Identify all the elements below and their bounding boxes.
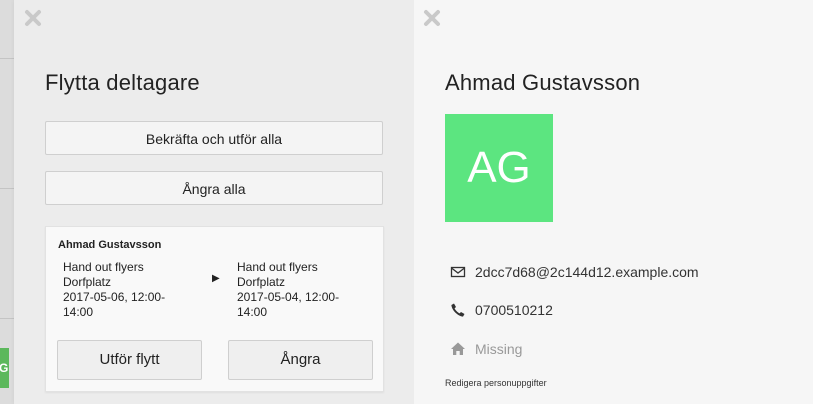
background-divider	[0, 318, 14, 319]
execute-move-button[interactable]: Utför flytt	[57, 340, 202, 380]
from-datetime-end: 14:00	[63, 305, 94, 319]
background-divider	[0, 188, 14, 189]
phone-value[interactable]: 0700510212	[475, 302, 553, 318]
to-location: Dorfplatz	[237, 275, 286, 289]
email-value[interactable]: 2dcc7d68@2c144d12.example.com	[475, 264, 699, 280]
move-to: Hand out flyers Dorfplatz 2017-05-04, 12…	[237, 260, 357, 320]
avatar: AG	[445, 114, 553, 222]
move-card: Ahmad Gustavsson Hand out flyers Dorfpla…	[45, 226, 384, 392]
from-datetime: 2017-05-06, 12:00-	[63, 290, 166, 304]
phone-row: 0700510212	[450, 302, 553, 318]
panel-title: Flytta deltagare	[45, 70, 200, 95]
envelope-icon	[450, 264, 466, 280]
home-icon	[450, 341, 466, 357]
move-from: Hand out flyers Dorfplatz 2017-05-06, 12…	[63, 260, 183, 320]
person-panel: Ahmad Gustavsson AG 2dcc7d68@2c144d12.ex…	[414, 0, 813, 404]
participant-name: Ahmad Gustavsson	[58, 239, 162, 251]
address-row: Missing	[450, 341, 522, 357]
phone-icon	[450, 302, 466, 318]
email-row: 2dcc7d68@2c144d12.example.com	[450, 264, 699, 280]
to-datetime: 2017-05-04, 12:00-	[237, 290, 340, 304]
to-datetime-end: 14:00	[237, 305, 268, 319]
from-location: Dorfplatz	[63, 275, 112, 289]
close-icon[interactable]	[23, 8, 43, 28]
close-icon[interactable]	[422, 8, 442, 28]
person-name: Ahmad Gustavsson	[445, 70, 641, 95]
to-task: Hand out flyers	[237, 260, 318, 274]
edit-personal-info-link[interactable]: Redigera personuppgifter	[445, 378, 547, 388]
address-value: Missing	[475, 341, 523, 357]
from-task: Hand out flyers	[63, 260, 144, 274]
background-divider	[0, 58, 14, 59]
background-page: G	[0, 0, 14, 404]
arrow-right-icon: ▶	[212, 273, 220, 284]
undo-move-button[interactable]: Ångra	[228, 340, 373, 380]
background-badge: G	[0, 348, 9, 388]
undo-all-button[interactable]: Ångra alla	[45, 171, 383, 205]
move-participants-panel: Flytta deltagare Bekräfta och utför alla…	[14, 0, 414, 404]
confirm-all-button[interactable]: Bekräfta och utför alla	[45, 121, 383, 155]
